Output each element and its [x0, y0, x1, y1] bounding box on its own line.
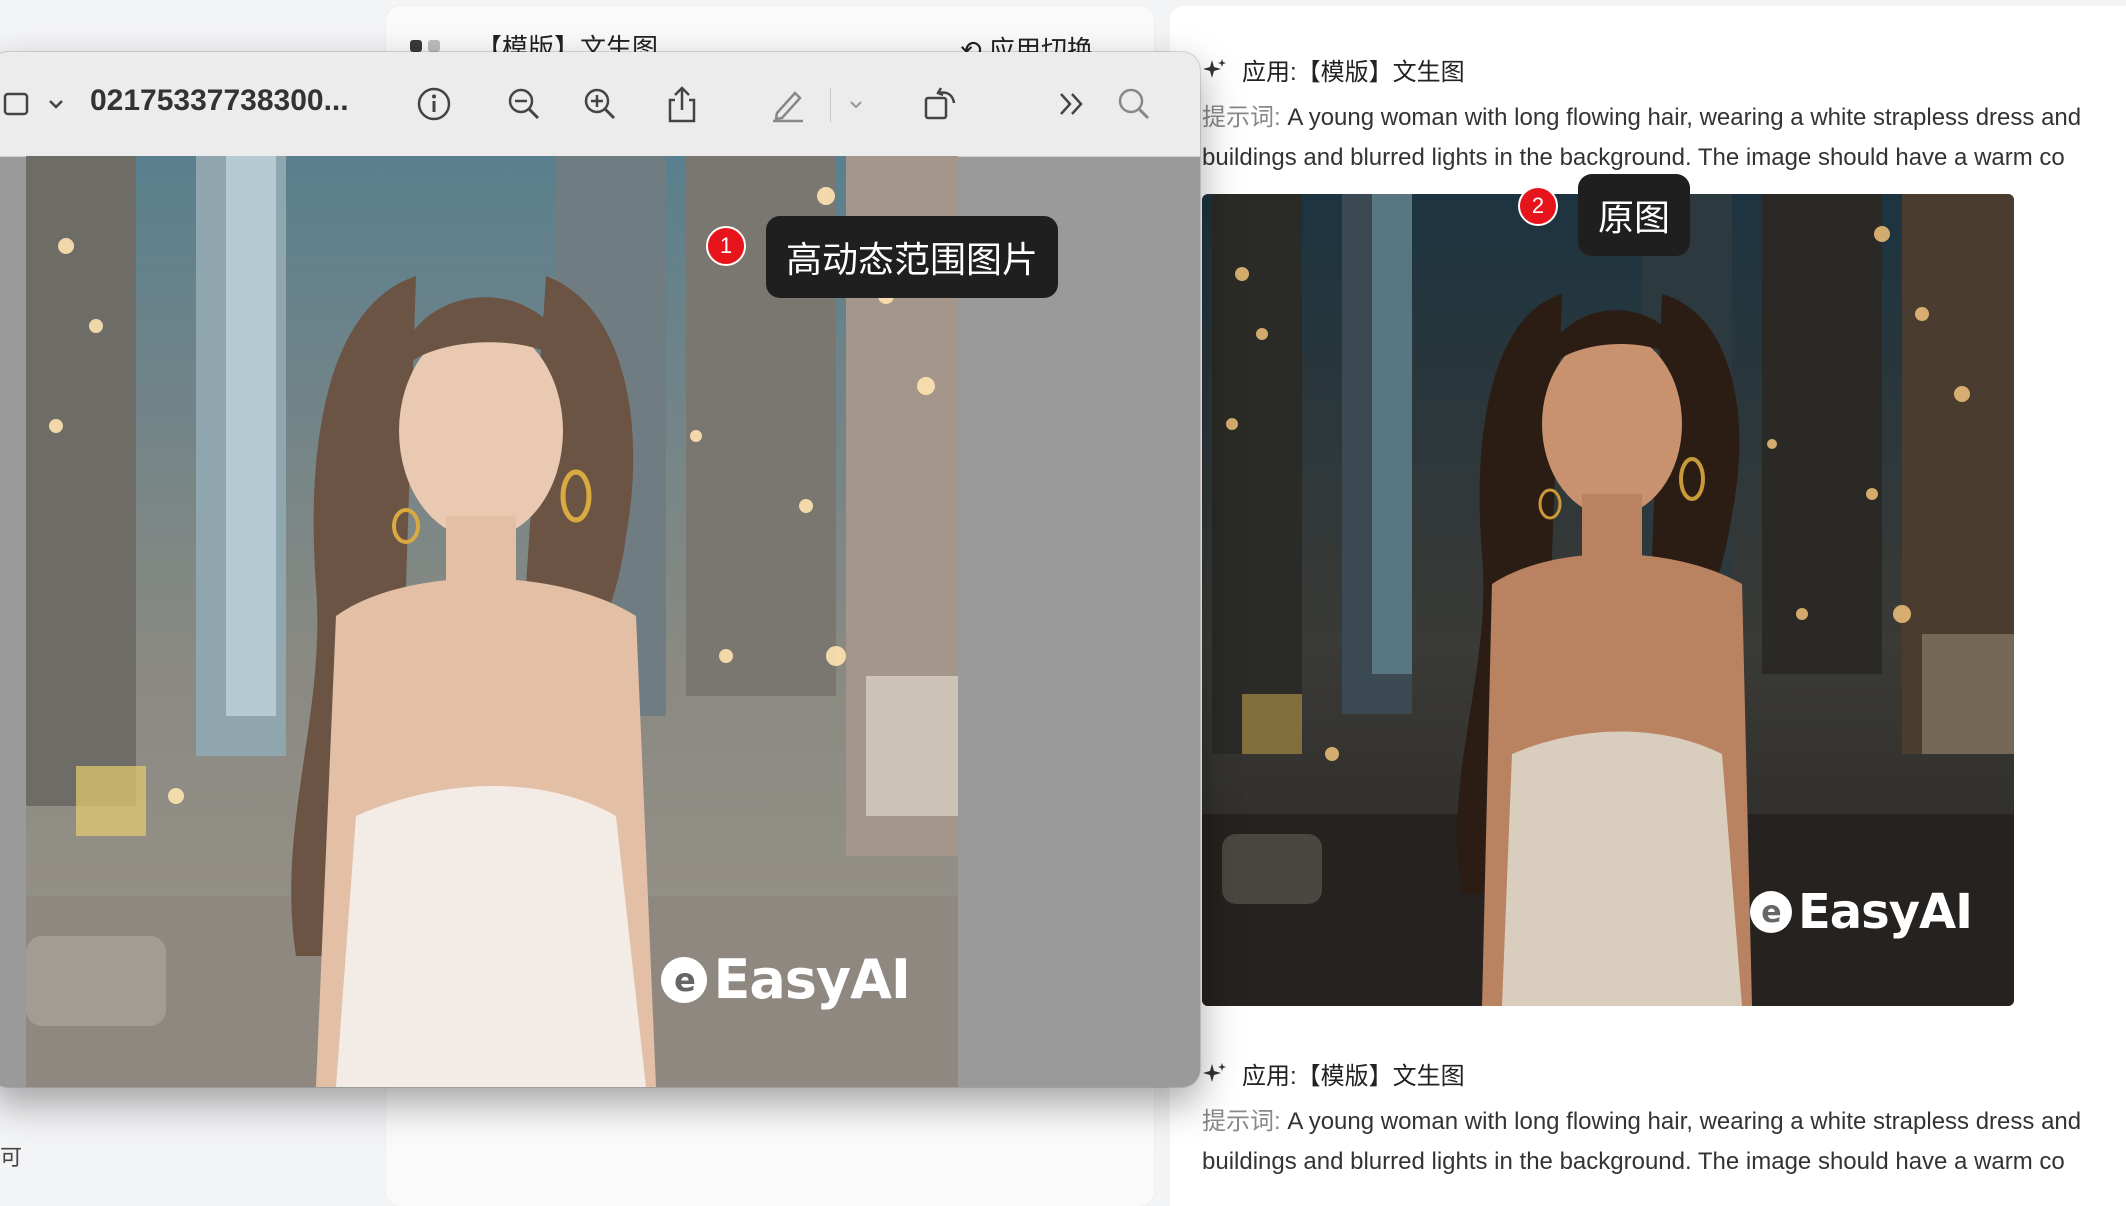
info-icon[interactable] — [412, 82, 456, 126]
quick-look-window: 02175337738300... e EasyAI — [0, 52, 1200, 1087]
easyai-watermark: e EasyAI — [661, 948, 911, 1011]
app-label-row: 应用:【模版】文生图 — [1202, 52, 1465, 87]
zoom-in-icon[interactable] — [578, 82, 622, 126]
easyai-watermark: e EasyAI — [1749, 884, 1973, 940]
easyai-logo-icon: e — [1749, 891, 1792, 933]
annotation-marker-1: 1 — [706, 226, 746, 266]
app-icon — [410, 40, 440, 52]
zoom-out-icon[interactable] — [502, 82, 546, 126]
watermark-text: EasyAI — [713, 948, 911, 1011]
prompt-line-2: buildings and blurred lights in the back… — [1202, 1148, 2065, 1175]
prompt-text: 提示词: A young woman with long flowing hai… — [1202, 98, 2126, 178]
prompt-line-2: buildings and blurred lights in the back… — [1202, 144, 2065, 171]
chevron-down-icon[interactable] — [34, 82, 78, 126]
annotation-marker-2: 2 — [1518, 186, 1558, 226]
markup-pen-icon[interactable] — [766, 82, 810, 126]
annotation-label-original: 原图 — [1578, 174, 1690, 256]
prompt-label: 提示词: — [1202, 104, 1281, 131]
prompt-line-1: A young woman with long flowing hair, we… — [1280, 1108, 2082, 1135]
app-label: 应用:【模版】文生图 — [1242, 1063, 1465, 1090]
share-icon[interactable] — [660, 82, 704, 126]
annotation-label-hdr: 高动态范围图片 — [766, 216, 1058, 298]
easyai-logo-icon: e — [661, 956, 708, 1003]
prompt-label: 提示词: — [1202, 1108, 1281, 1135]
chevron-down-icon[interactable] — [834, 82, 878, 126]
sidebar-icon[interactable] — [0, 82, 38, 126]
watermark-text: EasyAI — [1797, 884, 1973, 940]
sparkle-icon — [1203, 1062, 1226, 1082]
toolbar-divider — [830, 88, 831, 122]
file-name: 02175337738300... — [90, 84, 349, 117]
app-label-row: 应用:【模版】文生图 — [1202, 1056, 1465, 1091]
rotate-icon[interactable] — [918, 82, 962, 126]
search-icon[interactable] — [1112, 82, 1156, 126]
more-chevrons-icon[interactable] — [1050, 82, 1094, 126]
left-edge-text: 可 — [0, 1145, 23, 1170]
app-label: 应用:【模版】文生图 — [1242, 59, 1465, 86]
viewer-toolbar: 02175337738300... — [0, 52, 1200, 157]
prompt-text: 提示词: A young woman with long flowing hai… — [1202, 1102, 2126, 1182]
sparkle-icon — [1203, 58, 1226, 78]
original-image[interactable]: e EasyAI — [1202, 194, 2014, 1006]
prompt-line-1: A young woman with long flowing hair, we… — [1280, 104, 2082, 131]
